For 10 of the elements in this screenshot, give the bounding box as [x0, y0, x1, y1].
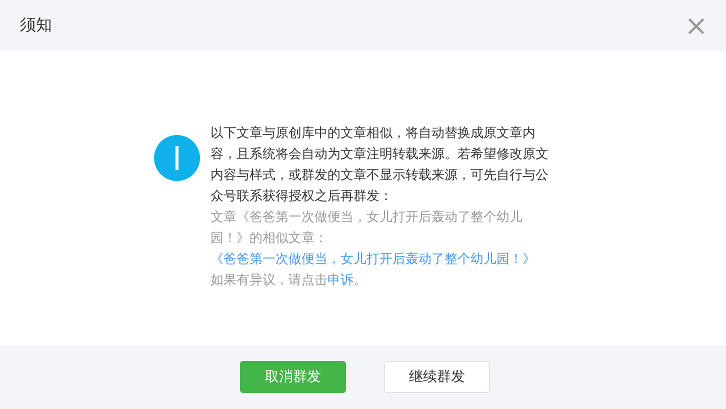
continue-button[interactable]: 继续群发 — [384, 361, 490, 393]
info-icon — [154, 135, 200, 181]
similar-article-text: 文章《爸爸第一次做便当，女儿打开后轰动了整个幼儿园！》的相似文章： 《爸爸第一次做便当，女儿打开后轰动了整个幼儿园！》 — [210, 209, 536, 269]
appeal-link[interactable]: 申诉 — [328, 273, 354, 288]
dialog-title: 须知 — [20, 15, 52, 36]
notice-text: 以下文章与原创库中的文章相似，将自动替换成原文章内容，且系统将会自动为文章注明转载来源。若希望修改原文内容与样式，或群发的文章不显示转载来源，可先自行与公众号联系获得授权之后再群发： — [210, 125, 550, 206]
appeal-text: 如果有异议，请点击申诉。 — [210, 272, 368, 290]
close-button[interactable]: × — [684, 12, 708, 40]
cancel-button[interactable]: 取消群发 — [240, 361, 346, 393]
article-link[interactable]: 《爸爸第一次做便当，女儿打开后轰动了整个幼儿园！》 — [210, 252, 536, 267]
